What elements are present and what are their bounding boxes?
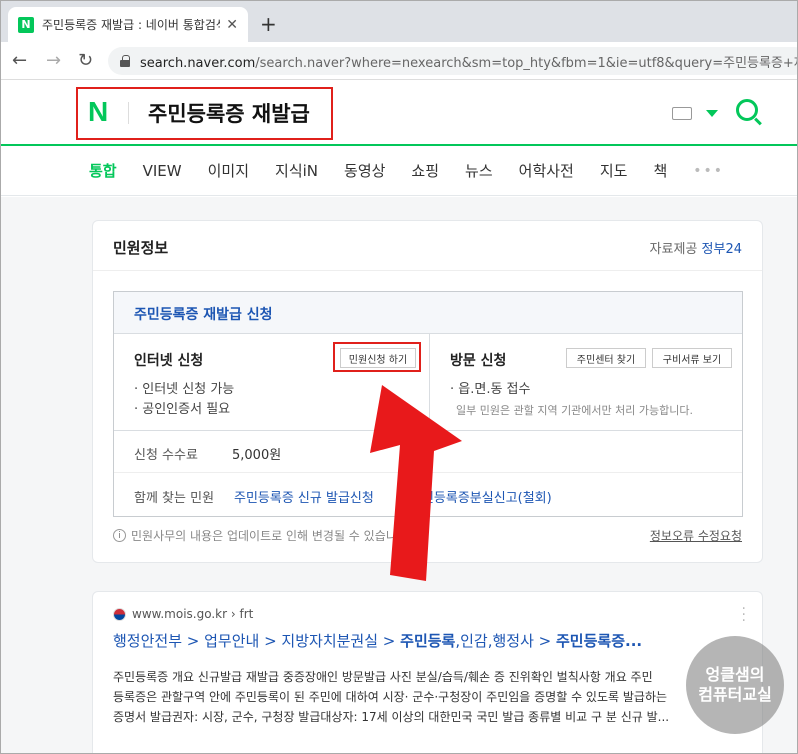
new-tab-button[interactable]: + <box>260 12 277 36</box>
back-button[interactable]: ← <box>12 50 27 71</box>
visit-note: 일부 민원은 관할 지역 기관에서만 처리 가능합니다. <box>456 404 693 417</box>
site-path: › frt <box>230 607 254 621</box>
search-input[interactable]: 주민등록증 재발급 <box>148 98 310 128</box>
search-tabs: 통합 VIEW 이미지 지식iN 동영상 쇼핑 뉴스 어학사전 지도 책 ••• <box>0 146 798 196</box>
lock-icon <box>120 55 130 67</box>
result-snippet: 증명서 발급권자: 시장, 군수, 구청장 발급대상자: 17세 이상의 대한민… <box>113 710 670 724</box>
fee-label: 신청 수수료 <box>134 448 198 463</box>
card-title: 민원정보 <box>113 239 169 257</box>
tab-images[interactable]: 이미지 <box>208 160 249 181</box>
more-icon[interactable]: ••• <box>693 163 724 179</box>
tab-title: 주민등록증 재발급 : 네이버 통합검색 <box>42 18 221 32</box>
service-title[interactable]: 주민등록증 재발급 신청 <box>134 304 273 324</box>
browser-tab[interactable]: N 주민등록증 재발급 : 네이버 통합검색 ✕ <box>8 7 248 42</box>
internet-bullet: · 인터넷 신청 가능 <box>134 382 235 397</box>
url-text: search.naver.com/search.naver?where=nexe… <box>140 55 798 71</box>
provider-link[interactable]: 정부24 <box>702 242 742 257</box>
tab-map[interactable]: 지도 <box>600 160 628 181</box>
chevron-down-icon[interactable] <box>706 110 718 117</box>
search-header: N 주민등록증 재발급 <box>0 80 798 146</box>
tab-news[interactable]: 뉴스 <box>465 160 493 181</box>
naver-logo[interactable]: N <box>88 98 114 126</box>
web-result-card: www.mois.go.kr › frt · · · 행정안전부 > 업무안내 > … <box>92 591 763 754</box>
result-title[interactable]: 행정안전부 > 업무안내 > 지방자치분권실 > 주민등록,인감,행정사 > 주… <box>113 630 642 651</box>
highlight-box-apply <box>333 342 421 372</box>
keyboard-icon[interactable] <box>672 107 692 120</box>
tab-video[interactable]: 동영상 <box>344 160 385 181</box>
tab-shopping[interactable]: 쇼핑 <box>411 160 439 181</box>
site-favicon-icon <box>113 607 126 621</box>
fee-value: 5,000원 <box>232 448 282 463</box>
search-icon[interactable] <box>736 99 758 121</box>
visit-apply-section: 방문 신청 주민센터 찾기 구비서류 보기 · 읍.면.동 접수 일부 민원은 … <box>430 334 742 430</box>
site-host: www.mois.go.kr <box>132 607 228 621</box>
info-icon: i <box>113 529 126 542</box>
tab-kin[interactable]: 지식iN <box>275 160 318 181</box>
tab-view[interactable]: VIEW <box>143 162 182 180</box>
watermark-logo: 엉클샘의 컴퓨터교실 <box>686 636 784 734</box>
tab-dictionary[interactable]: 어학사전 <box>519 160 574 181</box>
visit-apply-heading: 방문 신청 <box>450 353 507 369</box>
red-arrow-icon <box>370 385 462 581</box>
service-title-row: 주민등록증 재발급 신청 <box>114 292 742 334</box>
provider: 자료제공 정부24 <box>649 242 742 257</box>
tab-books[interactable]: 책 <box>653 160 667 181</box>
internet-apply-heading: 인터넷 신청 <box>134 353 204 369</box>
internet-bullet: · 공인인증서 필요 <box>134 402 231 417</box>
browser-tab-bar: N 주민등록증 재발급 : 네이버 통합검색 ✕ + <box>0 0 798 42</box>
address-bar: ← → ↻ search.naver.com/search.naver?wher… <box>0 42 798 80</box>
report-error-link[interactable]: 정보오류 수정요청 <box>650 527 742 544</box>
site-row[interactable]: www.mois.go.kr › frt <box>113 607 253 621</box>
find-center-button[interactable]: 주민센터 찾기 <box>566 348 646 368</box>
card-header: 민원정보 자료제공 정부24 <box>93 221 762 271</box>
result-snippet: 주민등록증 개요 신규발급 재발급 중증장애인 방문발급 사진 분실/습득/훼손… <box>113 670 653 684</box>
forward-button[interactable]: → <box>46 50 61 71</box>
result-snippet: 등록증은 관할구역 안에 주민등록이 된 주민에 대하여 시장· 군수·구청장이… <box>113 690 668 704</box>
logo-divider <box>128 102 129 124</box>
tab-all[interactable]: 통합 <box>89 160 117 181</box>
view-documents-button[interactable]: 구비서류 보기 <box>652 348 732 368</box>
related-label: 함께 찾는 민원 <box>134 491 215 506</box>
reload-button[interactable]: ↻ <box>78 50 93 71</box>
kebab-menu-icon[interactable]: · · · <box>742 602 746 628</box>
close-icon[interactable]: ✕ <box>226 17 238 33</box>
naver-favicon-icon: N <box>18 16 34 33</box>
url-input[interactable]: search.naver.com/search.naver?where=nexe… <box>108 47 798 75</box>
